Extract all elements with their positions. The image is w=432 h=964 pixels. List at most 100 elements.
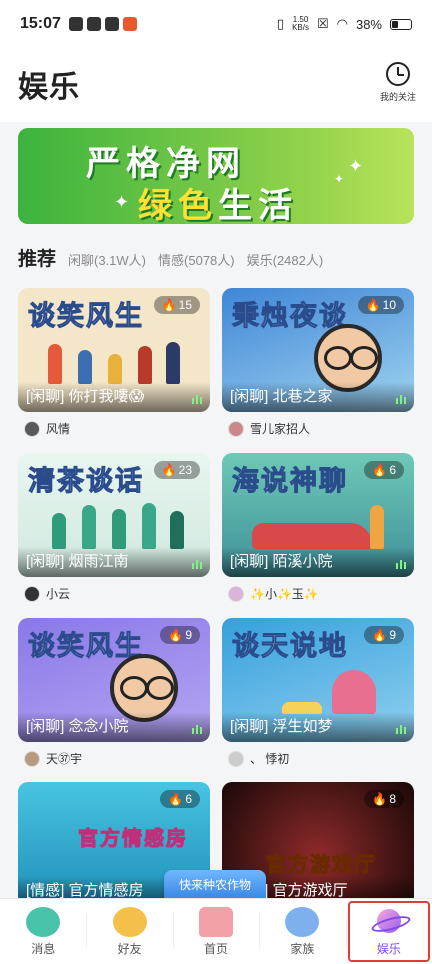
room-host: 雪儿家招人 xyxy=(228,420,310,437)
nav-friends[interactable]: 好友 xyxy=(86,899,172,964)
net-speed-unit: KB/s xyxy=(292,23,309,32)
notification-icons xyxy=(68,17,137,31)
room-art-title: 清茶谈话 xyxy=(28,466,144,497)
host-name: 天㊲宇 xyxy=(46,752,83,766)
nav-messages[interactable]: 消息 xyxy=(0,899,86,964)
room-art-title: 官方游戏厅 xyxy=(266,854,376,877)
live-bars-icon xyxy=(192,395,202,404)
home-icon xyxy=(199,906,234,937)
bottom-nav: 消息 好友 首页 家族 娱乐 xyxy=(0,898,432,964)
nav-entertainment[interactable]: 娱乐 xyxy=(345,899,432,964)
vibrate-icon: ▯ xyxy=(276,16,285,31)
nav-family[interactable]: 家族 xyxy=(259,899,345,964)
illustration-car xyxy=(242,503,392,549)
tab-entertainment[interactable]: 娱乐(2482人) xyxy=(247,250,324,269)
page-title: 娱乐 xyxy=(18,71,80,104)
tab-recommend[interactable]: 推荐 xyxy=(18,244,56,271)
category-tabs: 推荐 闲聊(3.1W人) 情感(5078人) 娱乐(2482人) xyxy=(18,244,323,271)
room-host: 风情 xyxy=(24,420,70,437)
live-bars-icon xyxy=(396,560,406,569)
sim-off-icon: ☒ xyxy=(316,16,329,31)
room-art-title: 秉烛夜谈 xyxy=(232,301,348,332)
avatar xyxy=(228,750,244,767)
host-name: 、 悸初 xyxy=(250,752,290,766)
room-thumbnail: 谈天说地 🔥 9 [闲聊] 浮生如梦 xyxy=(222,618,414,742)
room-caption: [闲聊] 北巷之家 xyxy=(222,382,414,412)
room-card[interactable]: 谈笑风生 🔥 9 [闲聊] 念念小院 天㊲宇 xyxy=(18,618,210,768)
chat-bubble-icon xyxy=(26,906,61,937)
flame-icon: 🔥 xyxy=(168,628,184,642)
room-card[interactable]: 谈笑风生 🔥 15 [闲聊] 你打我嘍😱 风情 xyxy=(18,288,210,438)
flame-icon: 🔥 xyxy=(161,298,177,312)
planet-icon xyxy=(371,907,407,937)
room-art-title: 官方情感房 xyxy=(78,828,188,851)
clock-icon xyxy=(386,62,410,86)
room-host: 、 悸初 xyxy=(228,750,289,767)
host-name: ✨小✨玉✨ xyxy=(250,587,319,601)
live-bars-icon xyxy=(396,725,406,734)
avatar xyxy=(24,420,40,437)
my-follow-button[interactable]: 我的关注 xyxy=(378,62,418,103)
room-thumbnail: 谈笑风生 🔥 9 [闲聊] 念念小院 xyxy=(18,618,210,742)
room-card[interactable]: 清茶谈话 🔥 23 [闲聊] 烟雨江南 小云 xyxy=(18,453,210,603)
heat-count: 9 xyxy=(389,628,396,642)
weibo-icon xyxy=(122,17,137,31)
room-caption: [闲聊] 你打我嘍😱 xyxy=(18,382,210,412)
heat-count: 6 xyxy=(185,792,192,806)
promo-banner[interactable]: 严格净网 绿色生活 ✦ ✦ ✦ xyxy=(18,128,414,224)
banner-line-2-a: 绿色 xyxy=(138,187,218,224)
battery-icon xyxy=(390,18,412,30)
heat-badge: 🔥 10 xyxy=(357,296,404,314)
room-thumbnail: 谈笑风生 🔥 15 [闲聊] 你打我嘍😱 xyxy=(18,288,210,412)
page-header: 娱乐 我的关注 xyxy=(0,48,432,122)
nav-home[interactable]: 首页 xyxy=(172,899,259,964)
battery-percent: 38% xyxy=(355,16,382,32)
heat-badge: 🔥 9 xyxy=(160,626,200,644)
flame-icon: 🔥 xyxy=(161,463,177,477)
family-icon xyxy=(285,906,320,937)
app-icon xyxy=(86,17,101,31)
room-card[interactable]: 谈天说地 🔥 9 [闲聊] 浮生如梦 、 悸初 xyxy=(222,618,414,768)
room-host: 天㊲宇 xyxy=(24,750,82,767)
banner-line-2: 绿色生活 xyxy=(138,178,298,224)
friend-icon xyxy=(112,906,147,937)
room-art-title: 谈笑风生 xyxy=(28,301,144,332)
avatar xyxy=(24,750,40,767)
flame-icon: 🔥 xyxy=(372,628,388,642)
wifi-icon: ◠ xyxy=(336,16,348,31)
avatar xyxy=(228,585,244,602)
room-thumbnail: 清茶谈话 🔥 23 [闲聊] 烟雨江南 xyxy=(18,453,210,577)
room-caption: [闲聊] 念念小院 xyxy=(18,712,210,742)
illustration-people xyxy=(38,338,188,384)
tab-chat[interactable]: 闲聊(3.1W人) xyxy=(68,250,146,269)
room-card[interactable]: 海说神聊 🔥 6 [闲聊] 陌溪小院 ✨小✨玉✨ xyxy=(222,453,414,603)
nav-label: 消息 xyxy=(31,941,56,956)
heat-count: 23 xyxy=(178,463,192,477)
heat-badge: 🔥 9 xyxy=(364,626,404,644)
host-name: 风情 xyxy=(46,422,71,436)
tab-emotion[interactable]: 情感(5078人) xyxy=(158,250,235,269)
sparkle-icon: ✦ xyxy=(114,192,130,212)
status-right: ▯ 1.50 KB/s ☒ ◠ 38% xyxy=(277,16,412,32)
sparkle-icon: ✦ xyxy=(348,156,364,176)
banner-line-2-b: 生活 xyxy=(218,187,298,224)
network-speed: 1.50 KB/s xyxy=(292,16,309,32)
heat-count: 15 xyxy=(178,298,192,312)
heat-badge: 🔥 23 xyxy=(153,461,200,479)
my-follow-label: 我的关注 xyxy=(379,92,416,102)
avatar xyxy=(24,585,40,602)
nav-label: 好友 xyxy=(117,941,142,956)
host-name: 小云 xyxy=(46,587,71,601)
heat-badge: 🔥 15 xyxy=(153,296,200,314)
heat-badge: 🔥 6 xyxy=(364,461,404,479)
room-card[interactable]: 秉烛夜谈 🔥 10 [闲聊] 北巷之家 雪儿家招人 xyxy=(222,288,414,438)
room-thumbnail: 秉烛夜谈 🔥 10 [闲聊] 北巷之家 xyxy=(222,288,414,412)
sparkle-icon: ✦ xyxy=(334,172,345,186)
room-art-title: 谈笑风生 xyxy=(28,631,144,662)
room-art-title: 谈天说地 xyxy=(232,631,348,662)
heat-count: 10 xyxy=(382,298,396,312)
illustration-reader xyxy=(242,668,392,714)
live-bars-icon xyxy=(396,395,406,404)
avatar xyxy=(228,420,244,437)
status-bar: 15:07 ▯ 1.50 KB/s ☒ ◠ 38% xyxy=(0,0,432,48)
